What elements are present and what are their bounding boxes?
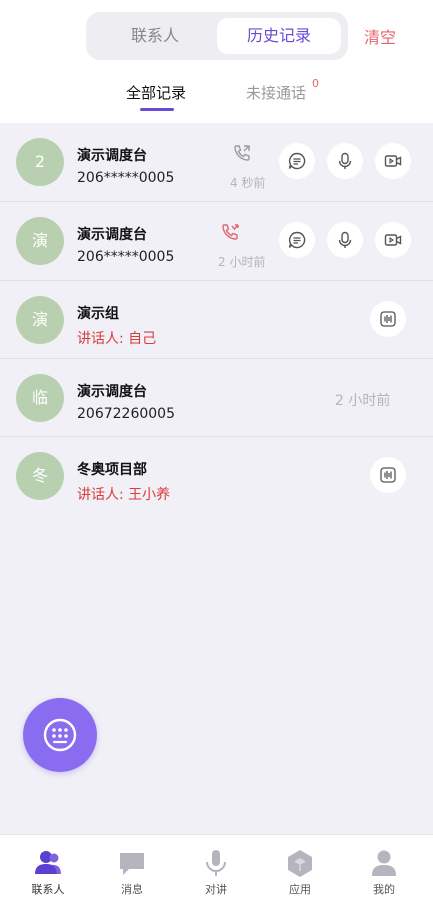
voice-call-button[interactable] <box>327 143 363 179</box>
ptt-button[interactable] <box>370 301 406 337</box>
ptt-waveform-icon <box>380 467 396 483</box>
tab-label: 对讲 <box>205 883 227 896</box>
profile-icon <box>372 850 396 876</box>
video-camera-icon <box>384 155 402 167</box>
tab-label: 我的 <box>373 883 395 896</box>
tab-profile[interactable]: 我的 <box>341 835 427 903</box>
record-row[interactable]: 2 演示调度台 206*****0005 4 秒前 <box>0 123 433 201</box>
avatar: 演 <box>16 296 64 344</box>
avatar: 临 <box>16 374 64 422</box>
record-number: 206*****0005 <box>77 249 175 265</box>
missed-count-badge: 0 <box>312 77 319 90</box>
speaker-label: 讲话人: 自己 <box>77 331 157 347</box>
record-time: 2 小时前 <box>335 393 391 409</box>
tab-apps[interactable]: 应用 <box>257 835 343 903</box>
segment-contacts[interactable]: 联系人 <box>94 18 216 54</box>
avatar: 2 <box>16 138 64 186</box>
record-name: 冬奥项目部 <box>77 462 147 478</box>
message-icon <box>120 853 144 875</box>
tab-all-records[interactable]: 全部记录 <box>126 82 186 103</box>
microphone-icon <box>338 231 352 248</box>
segment-control: 联系人 历史记录 <box>86 12 348 60</box>
record-row[interactable]: 演 演示调度台 206*****0005 2 小时前 <box>0 202 433 280</box>
video-call-button[interactable] <box>375 143 411 179</box>
message-button[interactable] <box>279 143 315 179</box>
tab-label: 消息 <box>121 883 143 896</box>
speaker-label: 讲话人: 王小养 <box>77 487 171 503</box>
tab-contacts[interactable]: 联系人 <box>5 835 91 903</box>
tab-missed-calls[interactable]: 未接通话 <box>246 82 306 103</box>
active-tab-indicator <box>140 108 174 111</box>
missed-call-icon <box>222 224 239 240</box>
contacts-icon <box>35 851 61 874</box>
message-icon <box>288 231 306 249</box>
ptt-button[interactable] <box>370 457 406 493</box>
record-name: 演示调度台 <box>77 227 147 243</box>
record-name: 演示调度台 <box>77 384 147 400</box>
record-number: 20672260005 <box>77 406 175 422</box>
app-cube-icon <box>288 850 312 877</box>
avatar: 演 <box>16 217 64 265</box>
record-time: 4 秒前 <box>230 176 266 190</box>
record-name: 演示调度台 <box>77 148 147 164</box>
microphone-icon <box>206 850 226 876</box>
tab-label: 联系人 <box>31 883 65 896</box>
record-time: 2 小时前 <box>218 255 266 269</box>
message-button[interactable] <box>279 222 315 258</box>
record-number: 206*****0005 <box>77 170 175 186</box>
record-name: 演示组 <box>77 306 119 322</box>
tab-intercom[interactable]: 对讲 <box>173 835 259 903</box>
avatar: 冬 <box>16 452 64 500</box>
tab-messages[interactable]: 消息 <box>89 835 175 903</box>
segment-history[interactable]: 历史记录 <box>217 18 341 54</box>
record-row[interactable]: 冬 冬奥项目部 讲话人: 王小养 <box>0 437 433 515</box>
message-icon <box>288 152 306 170</box>
bottom-tab-bar: 联系人 消息 对讲 应用 我的 <box>0 834 433 903</box>
record-row[interactable]: 演 演示组 讲话人: 自己 <box>0 281 433 359</box>
video-camera-icon <box>384 234 402 246</box>
voice-call-button[interactable] <box>327 222 363 258</box>
outgoing-call-icon <box>234 145 250 161</box>
video-call-button[interactable] <box>375 222 411 258</box>
dialpad-fab-button[interactable] <box>23 698 97 772</box>
dialpad-icon <box>43 718 77 752</box>
record-row[interactable]: 临 演示调度台 20672260005 2 小时前 <box>0 359 433 437</box>
header: 联系人 历史记录 清空 全部记录 未接通话 0 <box>0 0 433 123</box>
clear-button[interactable]: 清空 <box>364 24 396 48</box>
ptt-waveform-icon <box>380 311 396 327</box>
tab-label: 应用 <box>289 883 311 896</box>
microphone-icon <box>338 152 352 169</box>
